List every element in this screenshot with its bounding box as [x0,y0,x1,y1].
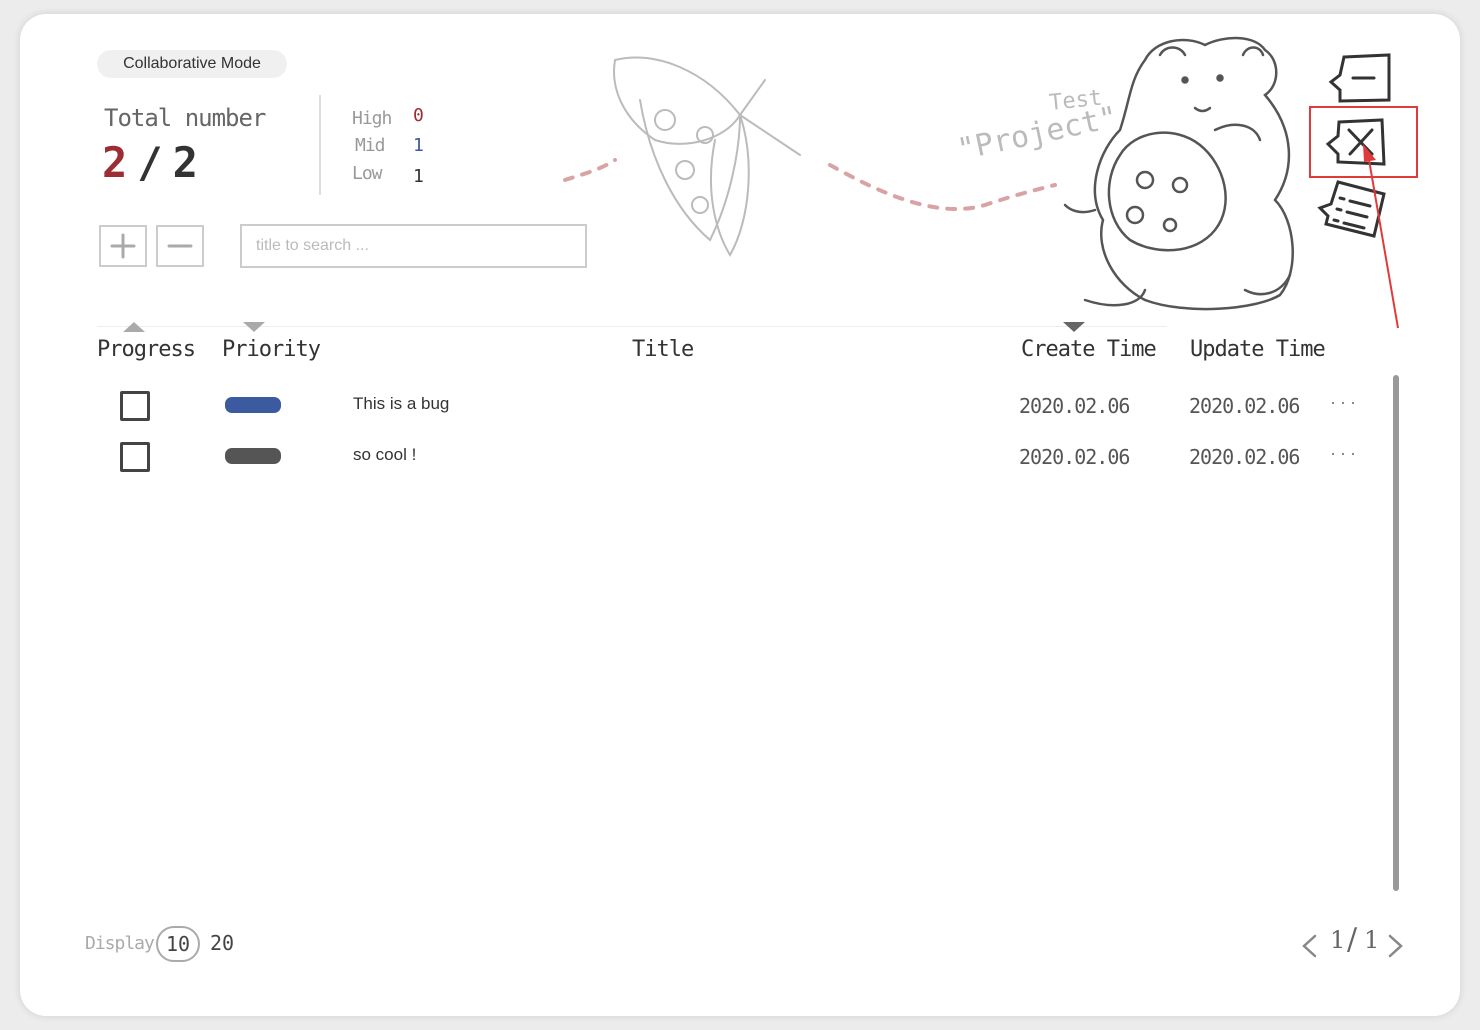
minus-bubble-icon[interactable] [1326,52,1394,106]
annotation-arrow [1363,144,1399,329]
next-page-icon[interactable] [1385,933,1405,959]
remove-button[interactable] [156,225,204,267]
column-header-title[interactable]: Title [632,337,694,362]
page-current: 1 [1330,926,1346,954]
scrollbar[interactable] [1393,375,1399,891]
minus-icon [167,244,193,248]
page-size-20-option[interactable]: 20 [210,931,234,955]
total-count: 2/2 [102,138,198,187]
progress-checkbox[interactable] [120,391,150,421]
sort-desc-priority-icon[interactable] [243,322,265,332]
display-label: Display [85,933,155,954]
column-header-priority[interactable]: Priority [222,337,321,362]
column-header-progress[interactable]: Progress [97,337,196,362]
table-row[interactable]: so cool ! 2020.02.06 2020.02.06 ··· [97,431,1377,481]
mode-badge[interactable]: Collaborative Mode [97,50,287,78]
row-title[interactable]: so cool ! [353,445,416,465]
priority-mid-count: 1 [413,135,424,156]
more-options-icon[interactable]: ··· [1330,443,1360,464]
page-total: 1 [1364,926,1380,954]
add-button[interactable] [99,225,147,267]
priority-high-count: 0 [413,105,424,126]
priority-low-count: 1 [413,166,424,187]
row-update-time: 2020.02.06 [1189,445,1300,469]
total-slash: / [137,138,163,187]
priority-indicator [225,448,281,464]
page-separator: / [1347,922,1358,957]
stats-divider [319,95,321,195]
column-header-create-time[interactable]: Create Time [1021,337,1157,362]
row-create-time: 2020.02.06 [1019,445,1130,469]
total-done: 2 [102,138,128,187]
prev-page-icon[interactable] [1300,933,1320,959]
row-create-time: 2020.02.06 [1019,394,1130,418]
priority-high-label: High [352,108,392,129]
page-size-10-option[interactable]: 10 [156,926,200,962]
column-header-update-time[interactable]: Update Time [1190,337,1326,362]
illustration-project-text: "Project" [954,100,1120,168]
total-label: Total number [104,104,266,132]
priority-low-label: Low [352,163,382,184]
total-all: 2 [172,138,198,187]
row-title[interactable]: This is a bug [353,394,449,414]
ladybug-bear-illustration: Test "Project" [563,36,1294,311]
priority-mid-label: Mid [355,135,385,156]
row-update-time: 2020.02.06 [1189,394,1300,418]
sort-asc-progress-icon[interactable] [123,322,145,332]
priority-indicator [225,397,281,413]
progress-checkbox[interactable] [120,442,150,472]
table-row[interactable]: This is a bug 2020.02.06 2020.02.06 ··· [97,380,1377,430]
search-input[interactable] [240,224,587,268]
more-options-icon[interactable]: ··· [1330,392,1360,413]
sort-desc-create-time-icon[interactable] [1063,322,1085,332]
plus-icon [110,233,136,259]
